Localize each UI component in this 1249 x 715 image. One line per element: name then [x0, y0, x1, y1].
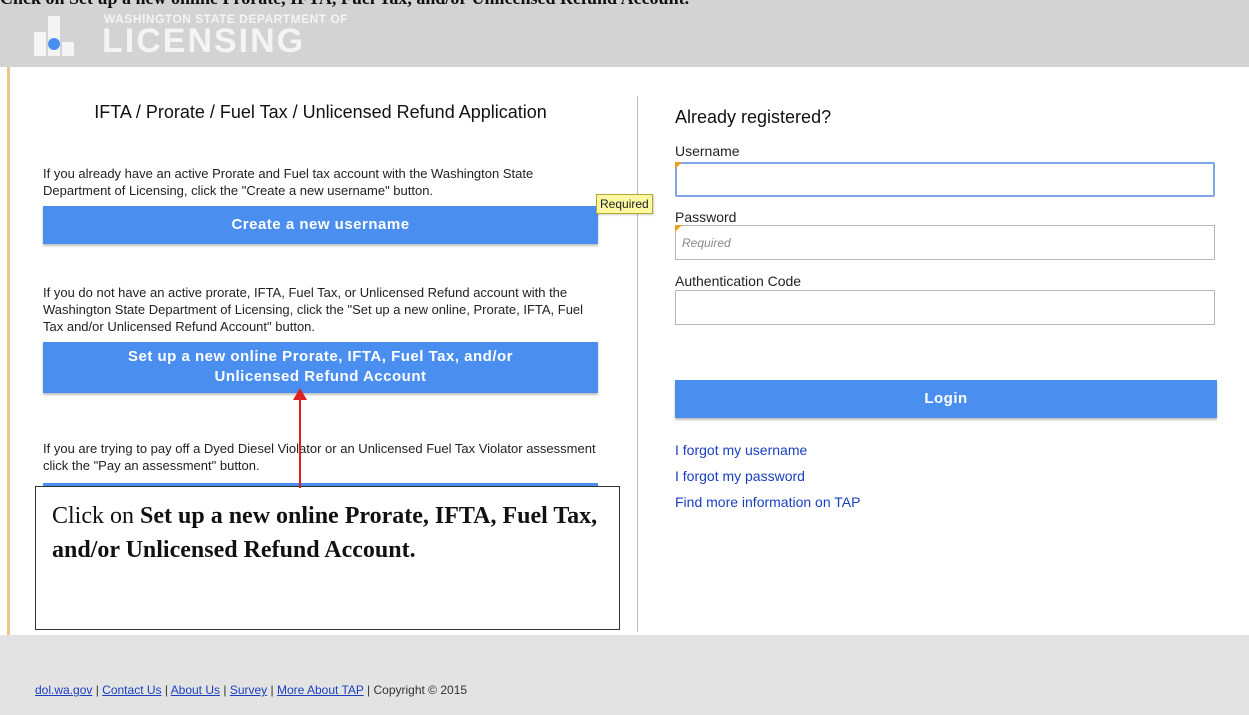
auth-code-input[interactable]	[675, 290, 1215, 325]
assessment-text: If you are trying to pay off a Dyed Dies…	[43, 441, 596, 473]
forgot-password-link[interactable]: I forgot my password	[675, 468, 805, 484]
column-divider	[637, 96, 638, 632]
dol-logo-icon	[34, 16, 74, 56]
setup-button-line2: Unlicensed Refund Account	[214, 368, 427, 385]
setup-button-line1: Set up a new online Prorate, IFTA, Fuel …	[128, 348, 513, 365]
forgot-username-link[interactable]: I forgot my username	[675, 442, 807, 458]
username-label: Username	[675, 143, 740, 159]
auth-code-label: Authentication Code	[675, 273, 802, 289]
copyright-text: Copyright © 2015	[373, 683, 468, 697]
footer-link-survey[interactable]: Survey	[230, 683, 267, 697]
site-header: Click on Set up a new online Prorate, IF…	[0, 0, 1249, 67]
new-account-text: If you do not have an active prorate, IF…	[43, 285, 584, 334]
existing-account-text: If you already have an active Prorate an…	[43, 166, 534, 198]
red-arrow-icon	[293, 388, 307, 488]
dol-logo[interactable]: WASHINGTON STATE DEPARTMENT OF LICENSING	[34, 6, 364, 62]
footer-link-about[interactable]: About Us	[171, 683, 220, 697]
password-label: Password	[675, 209, 737, 225]
login-title: Already registered?	[675, 107, 832, 127]
required-marker-icon	[675, 162, 682, 169]
tap-info-link[interactable]: Find more information on TAP	[675, 494, 860, 510]
required-tooltip: Required	[596, 194, 653, 214]
instruction-callout: Click on Set up a new online Prorate, IF…	[35, 486, 620, 630]
username-input[interactable]	[675, 162, 1215, 197]
callout-prefix: Click on	[52, 503, 140, 529]
login-button[interactable]: Login	[675, 380, 1217, 418]
logo-big-text: LICENSING	[102, 22, 306, 60]
footer-link-dol[interactable]: dol.wa.gov	[35, 683, 92, 697]
footer-link-more-tap[interactable]: More About TAP	[277, 683, 364, 697]
application-title: IFTA / Prorate / Fuel Tax / Unlicensed R…	[94, 102, 547, 122]
site-footer: dol.wa.gov | Contact Us | About Us | Sur…	[0, 635, 1249, 715]
footer-links: dol.wa.gov | Contact Us | About Us | Sur…	[35, 683, 468, 697]
footer-link-contact[interactable]: Contact Us	[102, 683, 161, 697]
create-username-button[interactable]: Create a new username	[43, 206, 598, 244]
clipped-instruction-text: Click on Set up a new online Prorate, IF…	[0, 0, 1249, 8]
setup-new-account-button[interactable]: Set up a new online Prorate, IFTA, Fuel …	[43, 342, 598, 393]
required-marker-icon	[675, 225, 682, 232]
password-input[interactable]	[675, 225, 1215, 260]
